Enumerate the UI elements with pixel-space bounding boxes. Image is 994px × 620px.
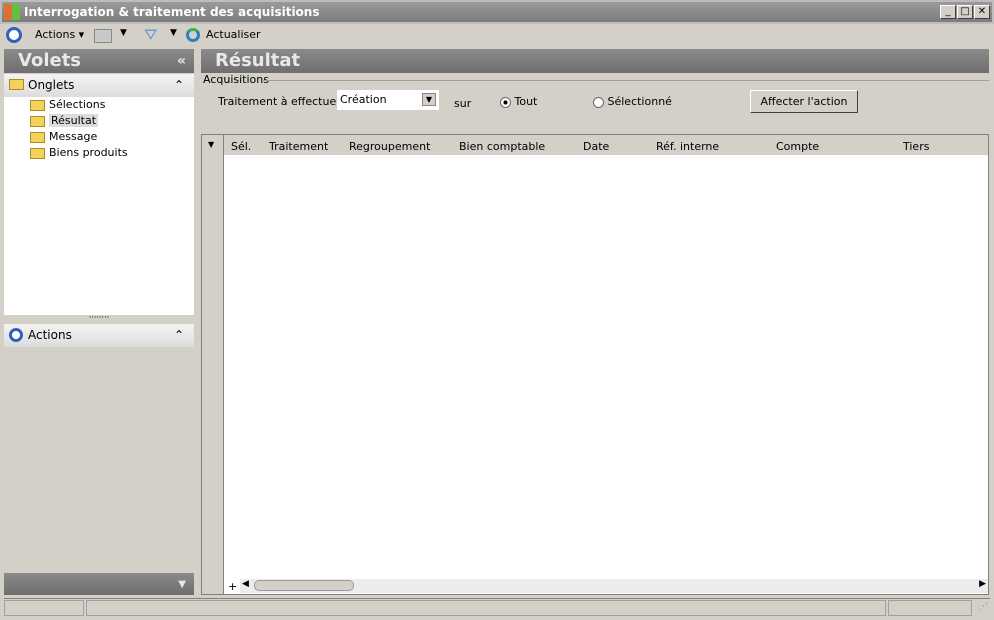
chevron-up-icon[interactable]: ⌃ [174,324,184,346]
status-bar: ⋰ [4,598,990,616]
actions-section-header[interactable]: Actions ⌃ [4,324,194,347]
column-header[interactable]: Compte [776,140,819,153]
grid-header: Sél. Traitement Regroupement Bien compta… [224,135,988,155]
add-row-icon[interactable]: + [228,580,237,593]
column-chooser-icon[interactable]: ▼ [208,140,214,149]
folder-icon [30,99,45,111]
toolbar: Actions ▾ ▼ ⛛ ▼ Actualiser [0,24,994,47]
folder-icon [9,79,24,90]
item-label: Message [49,130,98,143]
title-bar: Interrogation & traitement des acquisiti… [0,0,994,24]
close-button[interactable]: ✕ [974,5,990,19]
onglets-label: Onglets [28,78,75,92]
column-header[interactable]: Date [583,140,609,153]
scroll-right-icon[interactable]: ▶ [979,579,986,589]
onglets-section-header[interactable]: Onglets ⌃ [4,74,194,97]
open-folder-icon [30,115,45,127]
folder-icon [30,131,45,143]
results-grid: ▼ Sél. Traitement Regroupement Bien comp… [201,134,989,595]
item-label: Résultat [49,114,99,127]
onglets-tree: Sélections Résultat Message Biens produi… [4,97,194,315]
tree-item-message[interactable]: Message [30,129,97,144]
radio-tout-label: Tout [514,95,538,108]
minimize-button[interactable]: _ [940,5,956,19]
column-header[interactable]: Regroupement [349,140,430,153]
filter-dropdown-icon[interactable]: ▼ [170,28,177,38]
sur-label: sur [454,97,472,110]
tree-item-resultat[interactable]: Résultat [30,113,99,128]
radio-selectionne-label: Sélectionné [607,95,672,108]
refresh-icon [186,28,200,42]
actions-menu[interactable]: Actions ▾ [35,28,84,41]
item-label: Sélections [49,98,106,111]
radio-selectionne[interactable]: Sélectionné [593,95,672,108]
window-title: Interrogation & traitement des acquisiti… [24,5,320,19]
chevron-down-icon[interactable]: ▼ [422,93,436,106]
traitement-select[interactable]: Création ▼ [337,90,439,110]
column-header[interactable]: Traitement [269,140,328,153]
splitter-handle[interactable]: ········ [4,314,194,323]
print-icon[interactable] [94,29,112,43]
status-panel [888,600,972,616]
status-panel [4,600,84,616]
group-label: Acquisitions [203,73,269,86]
status-panel [86,600,886,616]
radio-tout[interactable]: Tout [500,95,537,108]
traitement-value: Création [340,93,387,106]
horizontal-scrollbar[interactable]: ◀ ▶ [240,579,988,593]
left-pane-header: Volets « [4,49,194,73]
row-header-column [202,135,224,594]
actions-section-label: Actions [28,328,72,342]
group-divider [262,80,989,81]
target-icon [9,328,23,342]
filter-icon[interactable]: ⛛ [144,25,157,45]
maximize-button[interactable]: □ [957,5,973,19]
app-icon [4,4,20,20]
column-header[interactable]: Bien comptable [459,140,545,153]
page-title: Résultat [215,50,301,71]
tree-item-selections[interactable]: Sélections [30,97,105,112]
column-header[interactable]: Sél. [231,140,251,153]
column-header[interactable]: Réf. interne [656,140,719,153]
collapse-pane-button[interactable]: « [177,49,186,73]
actions-label: Actions [35,28,76,41]
scroll-thumb[interactable] [254,580,354,591]
folder-icon [30,147,45,159]
column-header[interactable]: Tiers [903,140,929,153]
target-icon [6,27,22,43]
tree-item-biens-produits[interactable]: Biens produits [30,145,128,160]
left-pane-footer[interactable]: ▼ [4,573,194,595]
main-header: Résultat [201,49,989,73]
left-pane-title: Volets [18,50,82,71]
chevron-up-icon[interactable]: ⌃ [174,74,184,96]
item-label: Biens produits [49,146,128,159]
traitement-label: Traitement à effectuer : [218,95,348,108]
print-dropdown-icon[interactable]: ▼ [120,28,127,38]
refresh-button[interactable]: Actualiser [206,28,261,41]
apply-action-button[interactable]: Affecter l'action [750,90,858,113]
scroll-left-icon[interactable]: ◀ [242,579,249,589]
resize-grip-icon[interactable]: ⋰ [979,602,988,612]
